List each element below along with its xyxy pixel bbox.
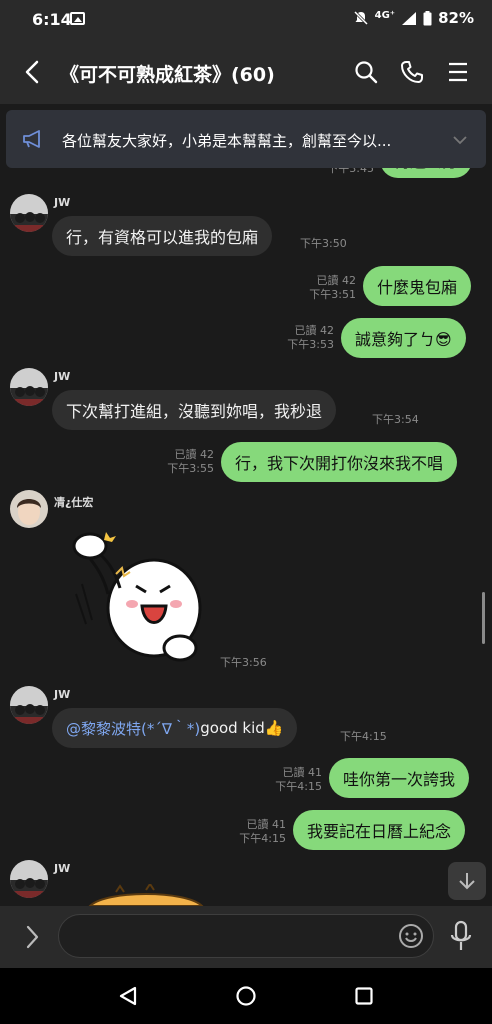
message-time: 下午3:53 <box>287 338 334 351</box>
message-bubble[interactable]: @黎黎波特(*´∇｀*) good kid👍 <box>52 708 298 748</box>
sticker-image-partial[interactable] <box>86 884 206 906</box>
avatar-jw[interactable] <box>10 860 48 898</box>
nav-home-button[interactable] <box>232 982 260 1010</box>
avatar-image <box>10 686 48 724</box>
message-time: 下午3:55 <box>167 462 214 475</box>
menu-button[interactable] <box>444 58 472 86</box>
message-time: 下午3:54 <box>372 413 419 426</box>
status-right: 4G⁺ 82% <box>353 9 474 27</box>
message-text: 我要記在日曆上紀念 <box>307 822 452 841</box>
message-text: 誠意夠了ㄅ😎 <box>355 330 452 349</box>
chevron-right-icon <box>26 925 39 949</box>
mention-link[interactable]: @黎黎波特(*´∇｀*) <box>66 718 200 739</box>
message-time: 下午3:51 <box>309 288 356 301</box>
chat-area[interactable]: 再過去分 下午3:45 各位幫友大家好，小弟是本幫幫主，創幫至今以... JW … <box>0 104 492 906</box>
megaphone-icon <box>23 130 40 148</box>
avatar-jw[interactable] <box>10 194 48 232</box>
message-bubble[interactable]: 誠意夠了ㄅ😎 <box>341 318 466 358</box>
read-receipt: 已讀 42 <box>174 448 215 461</box>
avatar-image <box>10 860 48 898</box>
microphone-icon[interactable] <box>448 920 474 952</box>
message-input-bar <box>0 906 492 968</box>
message-text: 什麼鬼包廂 <box>377 278 458 297</box>
read-receipt: 已讀 41 <box>282 766 323 779</box>
search-icon <box>355 61 378 84</box>
message-bubble[interactable]: 哇你第一次誇我 <box>329 758 470 798</box>
network-label: 4G⁺ <box>374 9 396 21</box>
message-time: 下午3:50 <box>300 237 347 250</box>
triangle-back-icon <box>119 986 137 1006</box>
chevron-down-icon[interactable] <box>452 132 468 148</box>
gallery-notification-icon <box>70 12 85 25</box>
hamburger-menu-icon <box>449 62 467 82</box>
read-receipt: 已讀 41 <box>246 818 287 831</box>
scrollbar[interactable] <box>482 592 485 644</box>
sender-name: 凊¿仕宏 <box>54 496 94 509</box>
message-time: 下午4:15 <box>340 730 387 743</box>
message-bubble[interactable]: 什麼鬼包廂 <box>363 266 472 306</box>
status-bar: 6:14 4G⁺ 82% <box>0 0 492 40</box>
announcement-text: 各位幫友大家好，小弟是本幫幫主，創幫至今以... <box>62 132 392 150</box>
sender-name: JW <box>54 196 71 209</box>
emoji-icon[interactable] <box>398 923 424 949</box>
battery-percent: 82% <box>438 9 474 27</box>
message-bubble[interactable]: 行，我下次開打你沒來我不唱 <box>221 442 458 482</box>
sender-name: JW <box>54 370 71 383</box>
message-input[interactable] <box>58 914 434 958</box>
read-receipt: 已讀 42 <box>294 324 335 337</box>
message-bubble[interactable]: 下次幫打進組，沒聽到妳唱，我秒退 <box>52 390 337 430</box>
signal-icon <box>402 11 417 25</box>
scroll-to-bottom-button[interactable] <box>448 862 486 900</box>
message-time: 下午4:15 <box>239 832 286 845</box>
message-time: 下午4:15 <box>275 780 322 793</box>
message-text: 行，我下次開打你沒來我不唱 <box>235 454 444 473</box>
message-bubble[interactable]: 行，有資格可以進我的包廂 <box>52 216 273 256</box>
nav-back-button[interactable] <box>114 982 142 1010</box>
avatar-image <box>10 368 48 406</box>
expand-button[interactable] <box>20 923 44 951</box>
avatar-image <box>10 490 48 528</box>
system-nav-bar <box>0 968 492 1024</box>
phone-icon <box>401 61 423 83</box>
message-time: 下午3:56 <box>220 656 267 669</box>
announcement-banner[interactable]: 各位幫友大家好，小弟是本幫幫主，創幫至今以... <box>6 110 486 168</box>
chat-header: 《可不可熟成紅茶》(60) <box>0 40 492 104</box>
arrow-down-icon <box>459 873 475 890</box>
chat-title: 《可不可熟成紅茶》(60) <box>60 64 275 86</box>
avatar-shihong[interactable] <box>10 490 48 528</box>
message-text: 哇你第一次誇我 <box>343 770 456 789</box>
message-text: good kid👍 <box>200 719 284 737</box>
message-text: 下次幫打進組，沒聽到妳唱，我秒退 <box>66 402 323 421</box>
circle-home-icon <box>236 986 256 1006</box>
sticker-image[interactable] <box>62 524 210 672</box>
sender-name: JW <box>54 862 71 875</box>
battery-icon <box>423 10 432 25</box>
back-button[interactable] <box>18 58 46 86</box>
square-recents-icon <box>355 987 373 1005</box>
avatar-jw[interactable] <box>10 686 48 724</box>
avatar-image <box>10 194 48 232</box>
search-button[interactable] <box>352 58 380 86</box>
avatar-jw[interactable] <box>10 368 48 406</box>
status-time: 6:14 <box>32 10 72 29</box>
message-bubble[interactable]: 我要記在日曆上紀念 <box>293 810 466 850</box>
message-text: 行，有資格可以進我的包廂 <box>66 228 259 247</box>
chevron-left-icon <box>25 60 39 84</box>
mute-icon <box>353 10 368 26</box>
call-button[interactable] <box>398 58 426 86</box>
sender-name: JW <box>54 688 71 701</box>
read-receipt: 已讀 42 <box>316 274 357 287</box>
nav-recents-button[interactable] <box>350 982 378 1010</box>
